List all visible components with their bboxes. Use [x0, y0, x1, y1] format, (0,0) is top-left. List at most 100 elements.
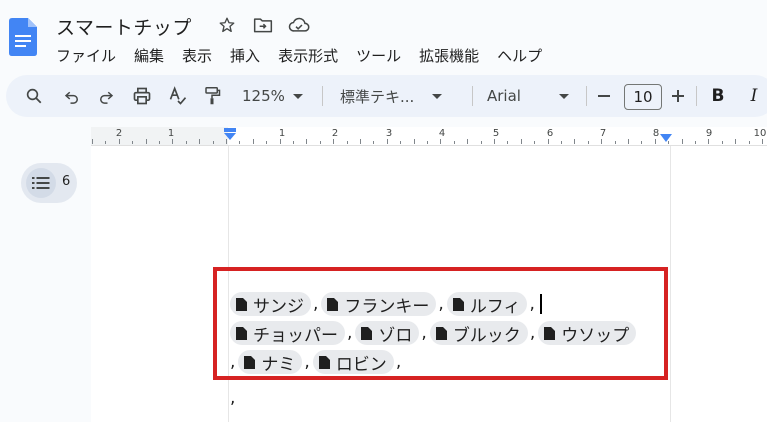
zoom-value: 125%: [242, 87, 285, 105]
ruler-tick: [641, 141, 643, 144]
move-to-folder-icon[interactable]: [252, 14, 274, 36]
highlight-annotation-box: [213, 267, 668, 380]
paragraph-style-value: 標準テキ...: [340, 87, 415, 106]
horizontal-ruler[interactable]: 2 1 1 2 3 4 5 6 7 8 9 10: [91, 127, 767, 146]
ruler-tick: [252, 139, 254, 144]
menu-extensions[interactable]: 拡張機能: [419, 45, 479, 66]
ruler-tick: [172, 139, 174, 144]
menu-help[interactable]: ヘルプ: [497, 45, 542, 66]
menu-tools[interactable]: ツール: [356, 45, 401, 66]
ruler-tick: [239, 141, 241, 144]
ruler-tick: [587, 141, 589, 144]
ruler-tick: [574, 139, 576, 144]
menu-edit[interactable]: 編集: [134, 45, 164, 66]
ruler-tick: [306, 139, 308, 144]
ruler-tick: [507, 141, 509, 144]
ruler-number: 10: [753, 128, 767, 139]
right-indent-marker-icon[interactable]: [659, 133, 673, 143]
ruler-tick: [145, 139, 147, 144]
ruler-tick: [614, 141, 616, 144]
zoom-select[interactable]: 125%: [242, 75, 303, 117]
ruler-tick: [159, 141, 160, 144]
ruler-tick: [735, 139, 737, 144]
star-icon[interactable]: [216, 14, 238, 36]
font-value: Arial: [487, 87, 521, 105]
ruler-tick: [762, 139, 763, 144]
paragraph-style-select[interactable]: 標準テキ...: [340, 75, 443, 117]
bold-button[interactable]: B: [708, 75, 728, 117]
ruler-tick: [534, 141, 536, 144]
font-size-input[interactable]: 10: [624, 84, 662, 110]
menu-file[interactable]: ファイル: [56, 45, 116, 66]
ruler-tick: [386, 139, 388, 144]
ruler-tick: [400, 141, 402, 144]
ruler-tick: [721, 141, 723, 144]
menu-format[interactable]: 表示形式: [278, 45, 338, 66]
ruler-number: 1: [167, 128, 175, 139]
ruler-tick: [333, 139, 335, 144]
font-select[interactable]: Arial: [487, 75, 569, 117]
undo-icon[interactable]: [60, 75, 84, 117]
ruler-tick: [748, 141, 750, 144]
ruler-tick: [427, 141, 428, 144]
ruler-tick: [695, 141, 696, 144]
decrease-font-size-button[interactable]: [594, 75, 614, 117]
ruler-tick: [132, 141, 134, 144]
document-title[interactable]: スマートチップ: [56, 13, 192, 40]
redo-icon[interactable]: [94, 75, 118, 117]
text-line-4: ,: [230, 388, 235, 408]
outline-count: 6: [62, 174, 71, 189]
ruler-number: 9: [705, 128, 713, 139]
outline-sidebar: 6: [0, 145, 92, 422]
docs-logo-icon[interactable]: [9, 18, 37, 56]
ruler-number: 7: [599, 128, 607, 139]
ruler-tick: [494, 139, 495, 144]
ruler-tick: [360, 139, 361, 144]
search-icon[interactable]: [22, 75, 46, 117]
ruler-tick: [413, 139, 415, 144]
indent-marker-icon[interactable]: [223, 128, 237, 141]
ruler-tick: [520, 139, 522, 144]
ruler-number: 4: [438, 128, 446, 139]
ruler-tick: [319, 141, 321, 144]
ruler-tick: [185, 141, 187, 144]
ruler-tick: [708, 139, 710, 144]
ruler-tick: [440, 139, 442, 144]
show-outline-button[interactable]: 6: [21, 163, 77, 203]
italic-button[interactable]: I: [744, 75, 764, 117]
ruler-tick: [654, 139, 656, 144]
right-margin-guide: [670, 146, 671, 422]
ruler-tick: [212, 141, 214, 144]
ruler-number: 2: [115, 128, 123, 139]
ruler-tick: [92, 139, 93, 144]
ruler-number: 2: [331, 128, 339, 139]
ruler-tick: [480, 141, 482, 144]
header: スマートチップ ファイル 編集 表示 挿入 表示形式 ツール 拡張機能 ヘルプ: [0, 0, 767, 72]
ruler-number: 5: [492, 128, 500, 139]
spellcheck-icon[interactable]: [166, 75, 190, 117]
print-icon[interactable]: [130, 75, 154, 117]
ruler-tick: [346, 141, 348, 144]
ruler-tick: [279, 139, 281, 144]
trailing-comma: ,: [230, 388, 236, 408]
list-outline-icon: [26, 168, 56, 198]
ruler-tick: [628, 139, 629, 144]
ruler-tick: [293, 141, 294, 144]
ruler-tick: [105, 141, 107, 144]
ruler-tick: [547, 139, 549, 144]
ruler-number: 3: [385, 128, 393, 139]
toolbar: 125% 標準テキ... Arial 10 B I: [6, 75, 767, 117]
ruler-tick: [561, 141, 562, 144]
ruler-tick: [118, 139, 120, 144]
cloud-saved-icon[interactable]: [288, 14, 310, 36]
menu-view[interactable]: 表示: [182, 45, 212, 66]
menu-insert[interactable]: 挿入: [230, 45, 260, 66]
menu-bar: ファイル 編集 表示 挿入 表示形式 ツール 拡張機能 ヘルプ: [56, 45, 542, 66]
ruler-number: 6: [546, 128, 554, 139]
ruler-tick: [266, 141, 268, 144]
ruler-tick: [467, 139, 469, 144]
increase-font-size-button[interactable]: [668, 75, 688, 117]
ruler-tick: [453, 141, 455, 144]
ruler-tick: [373, 141, 375, 144]
paint-format-icon[interactable]: [200, 75, 224, 117]
